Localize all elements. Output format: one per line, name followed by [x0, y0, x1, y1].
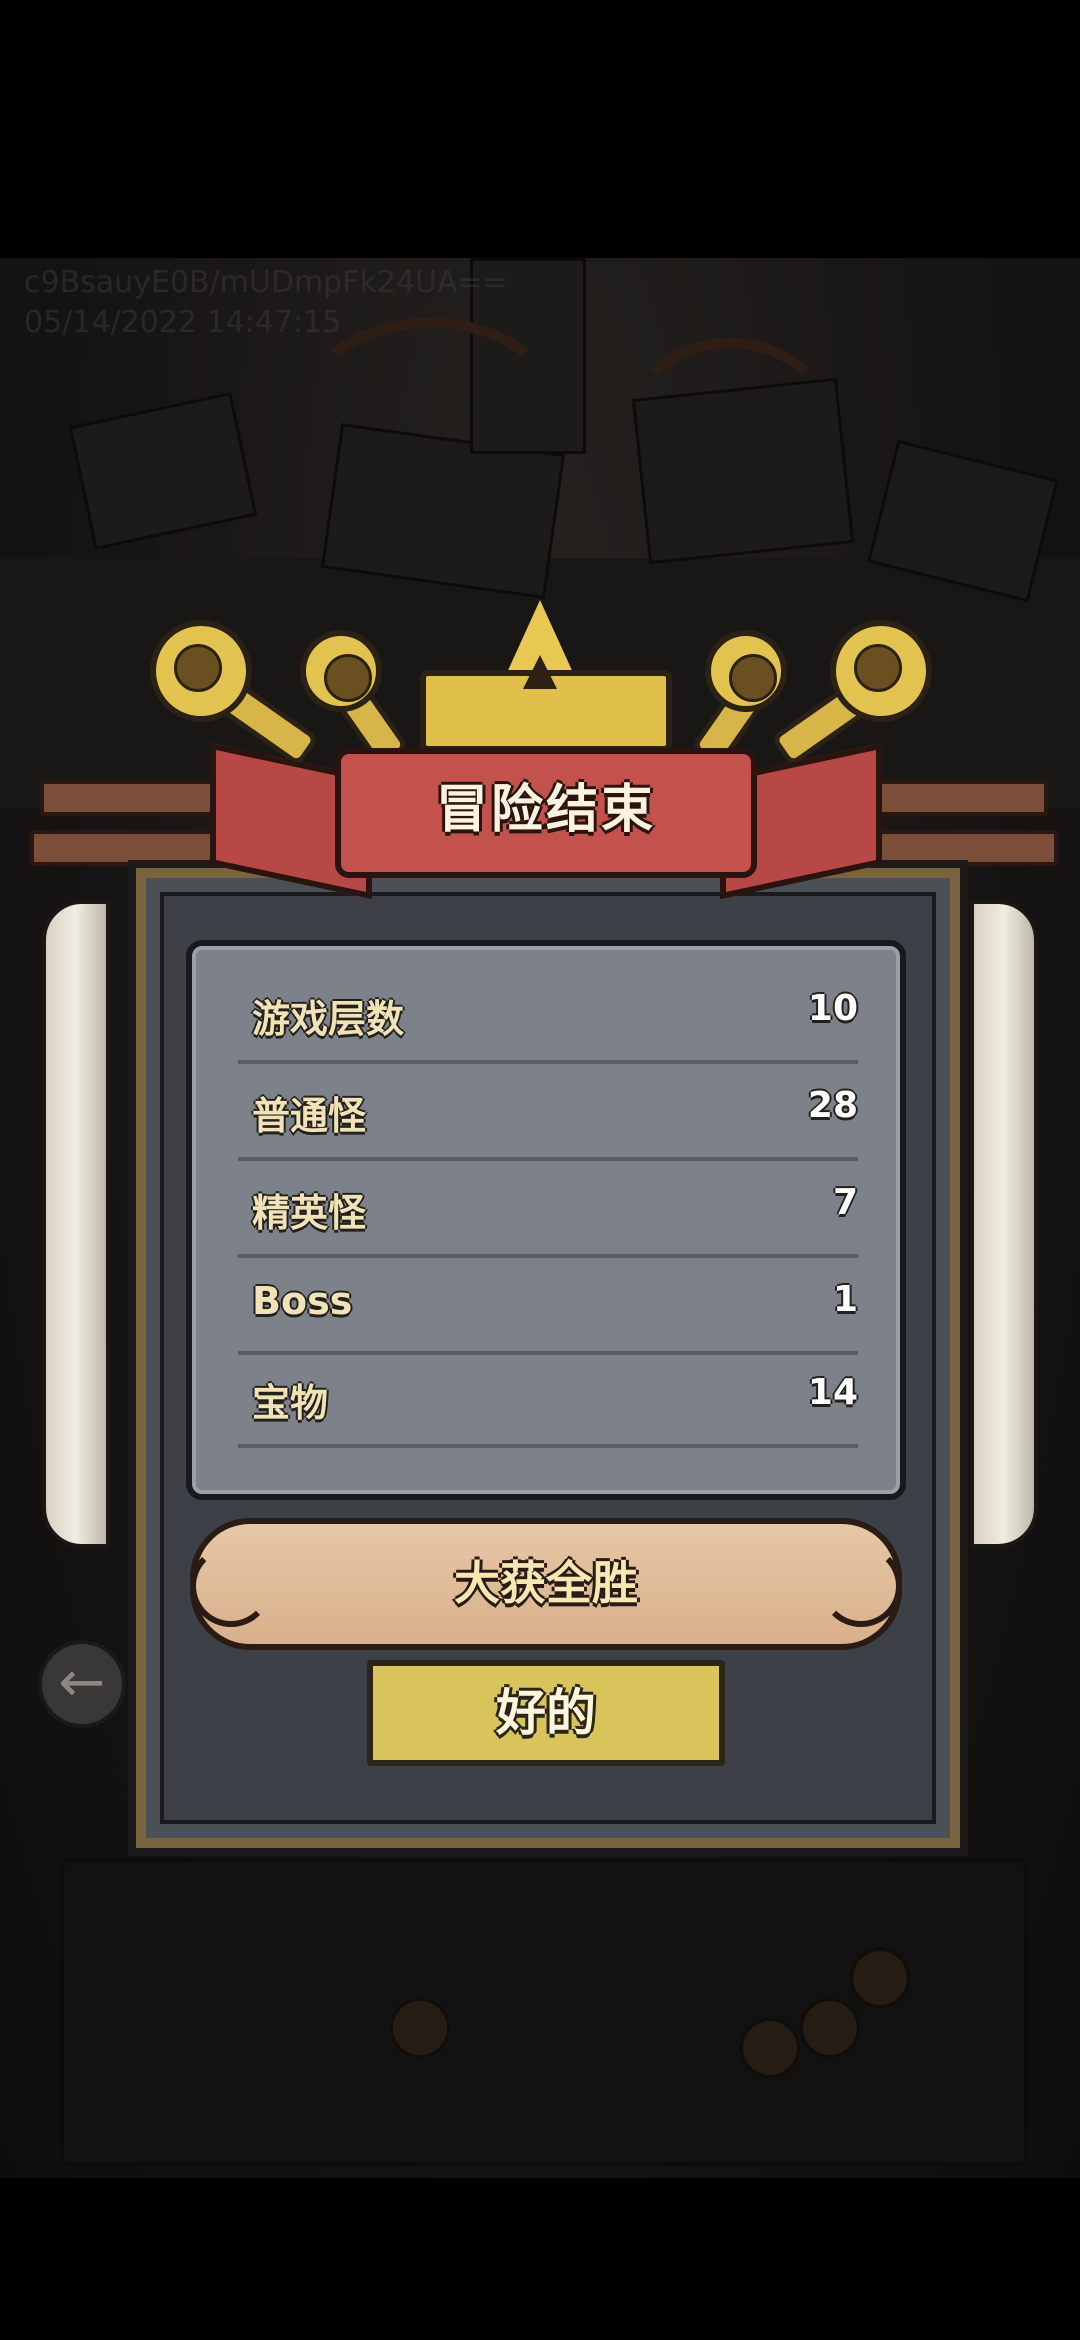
ok-button[interactable]: 好的 — [367, 1660, 725, 1766]
stat-row-elite-monsters: 精英怪 7 — [238, 1160, 858, 1258]
horn-icon — [300, 630, 382, 712]
result-text: 大获全胜 — [454, 1556, 638, 1610]
curtain-left — [42, 900, 110, 1548]
back-arrow-icon: ← — [38, 1640, 126, 1728]
horn-icon — [830, 620, 932, 722]
stat-value: 7 — [832, 1182, 858, 1223]
stat-value: 28 — [807, 1085, 858, 1126]
horn-icon — [705, 630, 787, 712]
stat-label: 宝物 — [252, 1381, 329, 1425]
horn-icon — [150, 620, 252, 722]
stat-value: 1 — [832, 1279, 858, 1320]
dialog-title: 冒险结束 — [435, 780, 656, 840]
stat-label: 精英怪 — [252, 1191, 367, 1235]
stat-label: 游戏层数 — [252, 997, 405, 1041]
curtain-right — [970, 900, 1038, 1548]
stat-label: Boss — [252, 1279, 353, 1323]
crown-icon — [420, 600, 672, 752]
stat-row-normal-monsters: 普通怪 28 — [238, 1063, 858, 1161]
stat-value: 14 — [807, 1372, 858, 1413]
stat-row-floors: 游戏层数 10 — [238, 966, 858, 1064]
stat-label: 普通怪 — [252, 1094, 367, 1138]
stat-row-boss: Boss 1 — [238, 1257, 858, 1355]
stats-panel: 游戏层数 10 普通怪 28 精英怪 7 Boss 1 宝物 14 — [186, 940, 906, 1500]
stat-value: 10 — [807, 988, 858, 1029]
ok-button-label: 好的 — [496, 1684, 596, 1742]
stat-row-treasure: 宝物 14 — [238, 1350, 858, 1448]
